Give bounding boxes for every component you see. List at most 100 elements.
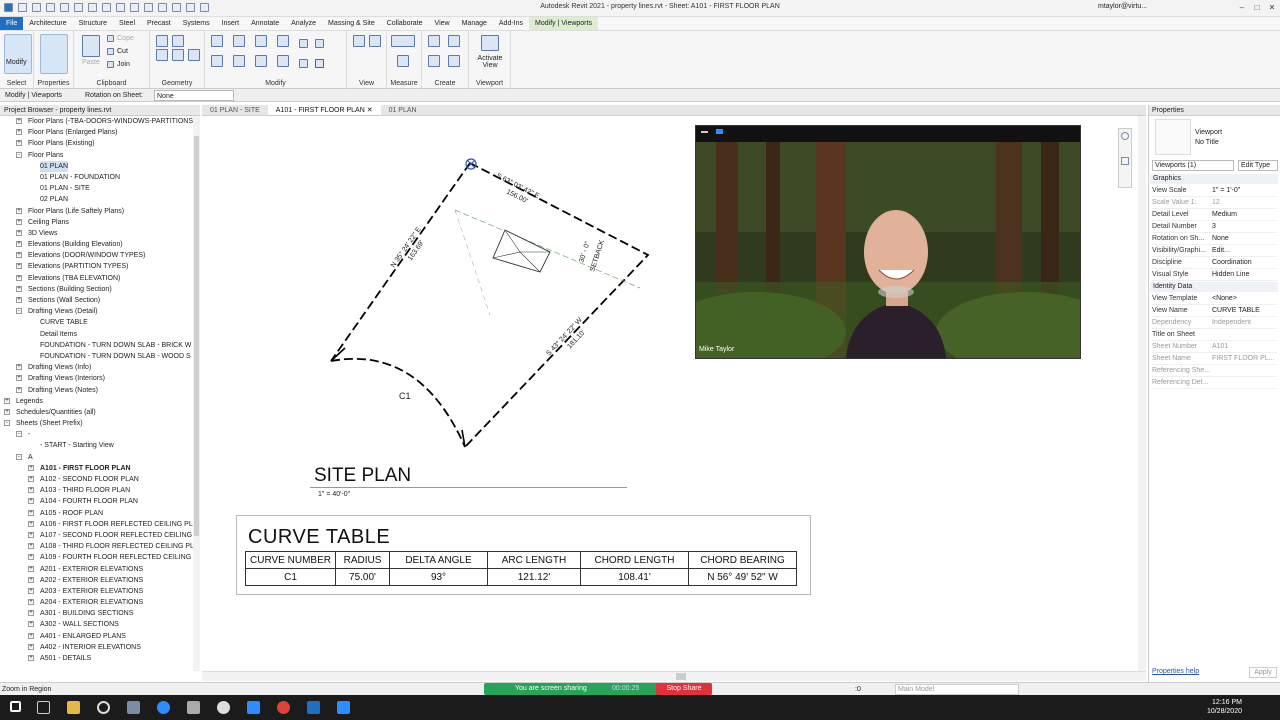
tree-item[interactable]: + Floor Plans (Existing)	[0, 138, 193, 149]
property-row[interactable]: Detail Number 3	[1152, 221, 1277, 233]
property-row[interactable]: Referencing She...	[1152, 365, 1277, 377]
expand-icon[interactable]: +	[16, 297, 22, 303]
expand-icon[interactable]: +	[16, 274, 22, 281]
tree-item[interactable]: + Floor Plans (Enlarged Plans)	[0, 127, 193, 138]
offset-icon[interactable]	[233, 35, 245, 47]
open-icon[interactable]	[18, 3, 27, 12]
menu-tab-analyze[interactable]: Analyze	[285, 17, 322, 30]
pin-icon[interactable]	[315, 39, 324, 48]
cut-icon[interactable]	[107, 48, 114, 55]
hide-icon[interactable]	[353, 35, 365, 47]
3d-view-icon[interactable]	[158, 3, 167, 12]
align-icon[interactable]	[211, 35, 223, 47]
property-row[interactable]: Dependency Independent	[1152, 317, 1277, 329]
thin-lines-icon[interactable]	[186, 3, 195, 12]
expand-icon[interactable]: +	[16, 140, 22, 147]
zoom-video-window[interactable]: Mike Taylor	[695, 125, 1081, 359]
mirror-axis-icon[interactable]	[255, 35, 267, 47]
revit-icon[interactable]	[307, 701, 320, 714]
chrome-icon[interactable]	[277, 701, 290, 714]
user-account[interactable]: mtaylor@virtu...	[1098, 3, 1147, 10]
expand-icon[interactable]: +	[28, 632, 34, 639]
scale-icon[interactable]	[299, 59, 308, 68]
dimension-icon[interactable]	[116, 3, 125, 12]
tree-item[interactable]: + Floor Plans (Life Saftely Plans)	[0, 206, 193, 217]
property-value[interactable]: 12	[1210, 197, 1277, 208]
expand-icon[interactable]: +	[28, 498, 34, 505]
collapse-icon[interactable]: -	[4, 420, 10, 427]
tree-item[interactable]: + A108 - THIRD FLOOR REFLECTED CEILING PL…	[0, 541, 193, 552]
expand-icon[interactable]: +	[4, 397, 10, 404]
property-row[interactable]: Sheet Name FIRST FLOOR PL...	[1152, 353, 1277, 365]
property-value[interactable]: CURVE TABLE	[1210, 305, 1277, 316]
create-similar-icon[interactable]	[448, 55, 460, 67]
obs-icon[interactable]	[97, 701, 110, 714]
expand-icon[interactable]: +	[28, 487, 34, 494]
property-value[interactable]: 1" = 1'-0"	[1210, 185, 1277, 196]
zoom-view-icon[interactable]	[716, 129, 723, 134]
graphics-section[interactable]: Graphics	[1150, 174, 1278, 184]
print-icon[interactable]	[88, 3, 97, 12]
modify-button[interactable]	[4, 34, 32, 74]
instance-selector[interactable]: Viewports (1)	[1152, 160, 1234, 171]
property-row[interactable]: View Template <None>	[1152, 293, 1277, 305]
tree-item[interactable]: -A	[0, 452, 193, 463]
tree-item[interactable]: + Drafting Views (Info)	[0, 362, 193, 373]
expand-icon[interactable]: +	[16, 241, 22, 248]
text-icon[interactable]	[144, 3, 153, 12]
minimize-icon[interactable]: –	[1236, 2, 1248, 14]
tree-item[interactable]: + A103 - THIRD FLOOR PLAN	[0, 485, 193, 496]
property-value[interactable]: Independent	[1210, 317, 1277, 328]
view-tab[interactable]: A101 - FIRST FLOOR PLAN ✕	[267, 105, 381, 115]
property-value[interactable]: Edit...	[1210, 245, 1277, 256]
tree-item[interactable]: + Floor Plans (-TBA-DOORS-WINDOWS-PARTITI…	[0, 116, 193, 127]
save-icon[interactable]	[32, 3, 41, 12]
menu-tab-file[interactable]: File	[0, 17, 24, 30]
tree-item[interactable]: + A106 - FIRST FLOOR REFLECTED CEILING PL…	[0, 519, 193, 530]
property-value[interactable]	[1210, 365, 1277, 376]
zoom-meeting-icon[interactable]	[247, 701, 260, 714]
tree-item[interactable]: +3D Views	[0, 228, 193, 239]
activate-view-button[interactable]: Activate View	[471, 55, 509, 69]
tree-item[interactable]: + A107 - SECOND FLOOR REFLECTED CEILING P…	[0, 530, 193, 541]
tree-item[interactable]: + A302 - WALL SECTIONS	[0, 619, 193, 630]
windows-start-icon[interactable]	[10, 701, 21, 712]
zoom-share-icon[interactable]	[337, 701, 350, 714]
rotation-select[interactable]: None	[154, 90, 234, 101]
property-value[interactable]: None	[1210, 233, 1277, 244]
expand-icon[interactable]: +	[16, 118, 22, 124]
apply-button[interactable]: Apply	[1249, 667, 1277, 678]
activate-view-icon[interactable]	[481, 35, 499, 51]
mirror-draw-icon[interactable]	[277, 35, 289, 47]
zoom-app-icon[interactable]	[157, 701, 170, 714]
geometry-icon-3[interactable]	[156, 49, 168, 61]
create-assembly-icon[interactable]	[428, 35, 440, 47]
circle-app-icon[interactable]	[217, 701, 230, 714]
canvas-horizontal-scrollbar[interactable]	[202, 671, 1146, 681]
menu-tab-collaborate[interactable]: Collaborate	[381, 17, 429, 30]
property-row[interactable]: Rotation on Sh... None	[1152, 233, 1277, 245]
trim-icon[interactable]	[277, 55, 289, 67]
menu-tab-precast[interactable]: Precast	[141, 17, 177, 30]
geometry-icon-2[interactable]	[172, 35, 184, 47]
tree-item[interactable]: - Sheets (Sheet Prefix)	[0, 418, 193, 429]
property-value[interactable]	[1210, 377, 1277, 388]
tree-item[interactable]: + A104 - FOURTH FLOOR PLAN	[0, 496, 193, 507]
property-value[interactable]: Coordination	[1210, 257, 1277, 268]
tree-item[interactable]: --	[0, 429, 193, 440]
move-icon[interactable]	[211, 55, 223, 67]
file-explorer-icon[interactable]	[67, 701, 80, 714]
rotate-icon[interactable]	[255, 55, 267, 67]
expand-icon[interactable]: +	[28, 464, 34, 471]
property-value[interactable]: Medium	[1210, 209, 1277, 220]
menu-tab-view[interactable]: View	[429, 17, 456, 30]
expand-icon[interactable]: +	[28, 610, 34, 617]
property-row[interactable]: Visual Style Hidden Line	[1152, 269, 1277, 281]
property-row[interactable]: View Scale 1" = 1'-0"	[1152, 185, 1277, 197]
collapse-icon[interactable]: -	[16, 151, 22, 158]
tree-item[interactable]: + Elevations (Building Elevation)	[0, 239, 193, 250]
view-tab[interactable]: 01 PLAN - SITE	[202, 105, 268, 115]
tree-item[interactable]: + A204 - EXTERIOR ELEVATIONS	[0, 597, 193, 608]
expand-icon[interactable]: +	[28, 565, 34, 572]
delete-icon[interactable]	[315, 59, 324, 68]
